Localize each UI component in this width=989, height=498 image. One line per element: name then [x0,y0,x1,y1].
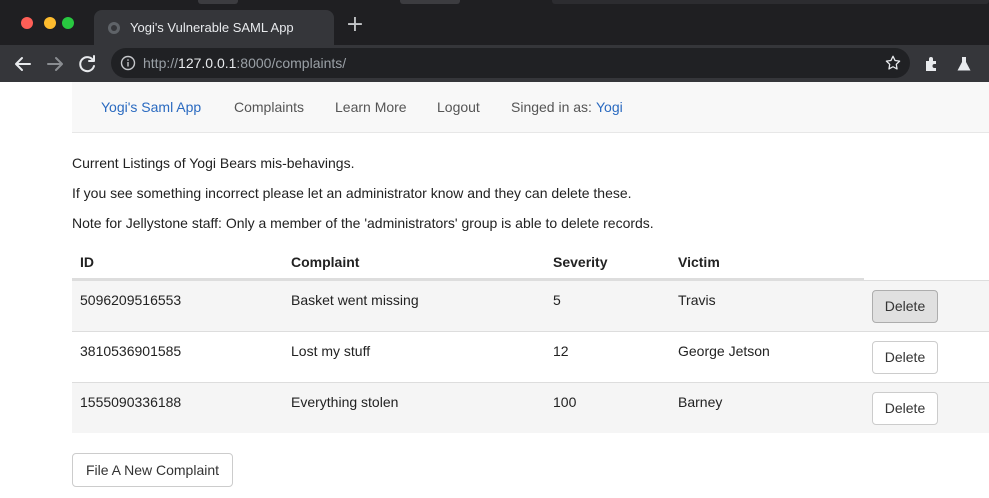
table-row: 3810536901585 Lost my stuff 12 George Je… [72,331,989,382]
globe-icon [108,22,120,34]
window-maximize-button[interactable] [62,17,74,29]
info-icon[interactable] [120,55,136,71]
cell-id: 5096209516553 [80,292,182,308]
background-tab-edge [198,0,238,4]
arrow-right-icon[interactable] [43,52,67,76]
background-tab-edge [552,0,989,4]
intro-line-1: Current Listings of Yogi Bears mis-behav… [72,155,355,171]
nav-complaints[interactable]: Complaints [234,99,304,115]
cell-complaint: Lost my stuff [291,343,371,359]
new-tab-button[interactable]: + [344,14,366,37]
star-icon[interactable] [884,54,902,72]
table-row: 1555090336188 Everything stolen 100 Barn… [72,382,989,433]
cell-victim: Travis [678,292,716,308]
nav-logout[interactable]: Logout [437,99,480,115]
brand-link[interactable]: Yogi's Saml App [101,99,201,115]
delete-button[interactable]: Delete [872,290,938,323]
file-new-complaint-button[interactable]: File A New Complaint [72,453,233,487]
cell-severity: 100 [553,394,577,410]
header-victim: Victim [678,254,720,270]
header-id: ID [80,254,94,270]
page-content: Yogi's Saml App Complaints Learn More Lo… [0,82,989,498]
url-text[interactable]: http://127.0.0.1:8000/complaints/ [143,55,346,71]
cell-complaint: Everything stolen [291,394,399,410]
puzzle-icon[interactable] [922,54,942,74]
header-severity: Severity [553,254,608,270]
nav-learn-more[interactable]: Learn More [335,99,407,115]
arrow-left-icon[interactable] [11,52,35,76]
tab-title: Yogi's Vulnerable SAML App [130,20,294,35]
delete-button[interactable]: Delete [872,392,938,425]
cell-id: 1555090336188 [80,394,182,410]
cell-severity: 12 [553,343,569,359]
delete-button[interactable]: Delete [872,341,938,374]
intro-line-2: If you see something incorrect please le… [72,185,632,201]
address-bar[interactable]: http://127.0.0.1:8000/complaints/ [111,48,910,78]
browser-tab-active[interactable]: Yogi's Vulnerable SAML App [94,10,334,45]
background-tab-edge [400,0,460,4]
browser-toolbar: http://127.0.0.1:8000/complaints/ [0,45,989,82]
window-minimize-button[interactable] [44,17,56,29]
header-complaint: Complaint [291,254,360,270]
window-close-button[interactable] [21,17,33,29]
intro-line-3: Note for Jellystone staff: Only a member… [72,215,654,231]
reload-icon[interactable] [75,52,99,76]
cell-complaint: Basket went missing [291,292,419,308]
signed-in-label: Singed in as: [511,99,592,115]
app-navbar: Yogi's Saml App Complaints Learn More Lo… [72,82,989,133]
cell-victim: George Jetson [678,343,770,359]
browser-titlebar: Yogi's Vulnerable SAML App + [0,0,989,45]
table-header: ID Complaint Severity Victim [72,245,864,280]
signed-in-user-link[interactable]: Yogi [596,99,623,115]
cell-severity: 5 [553,292,561,308]
cell-id: 3810536901585 [80,343,182,359]
cell-victim: Barney [678,394,723,410]
flask-icon[interactable] [954,54,974,74]
table-row: 5096209516553 Basket went missing 5 Trav… [72,280,989,331]
